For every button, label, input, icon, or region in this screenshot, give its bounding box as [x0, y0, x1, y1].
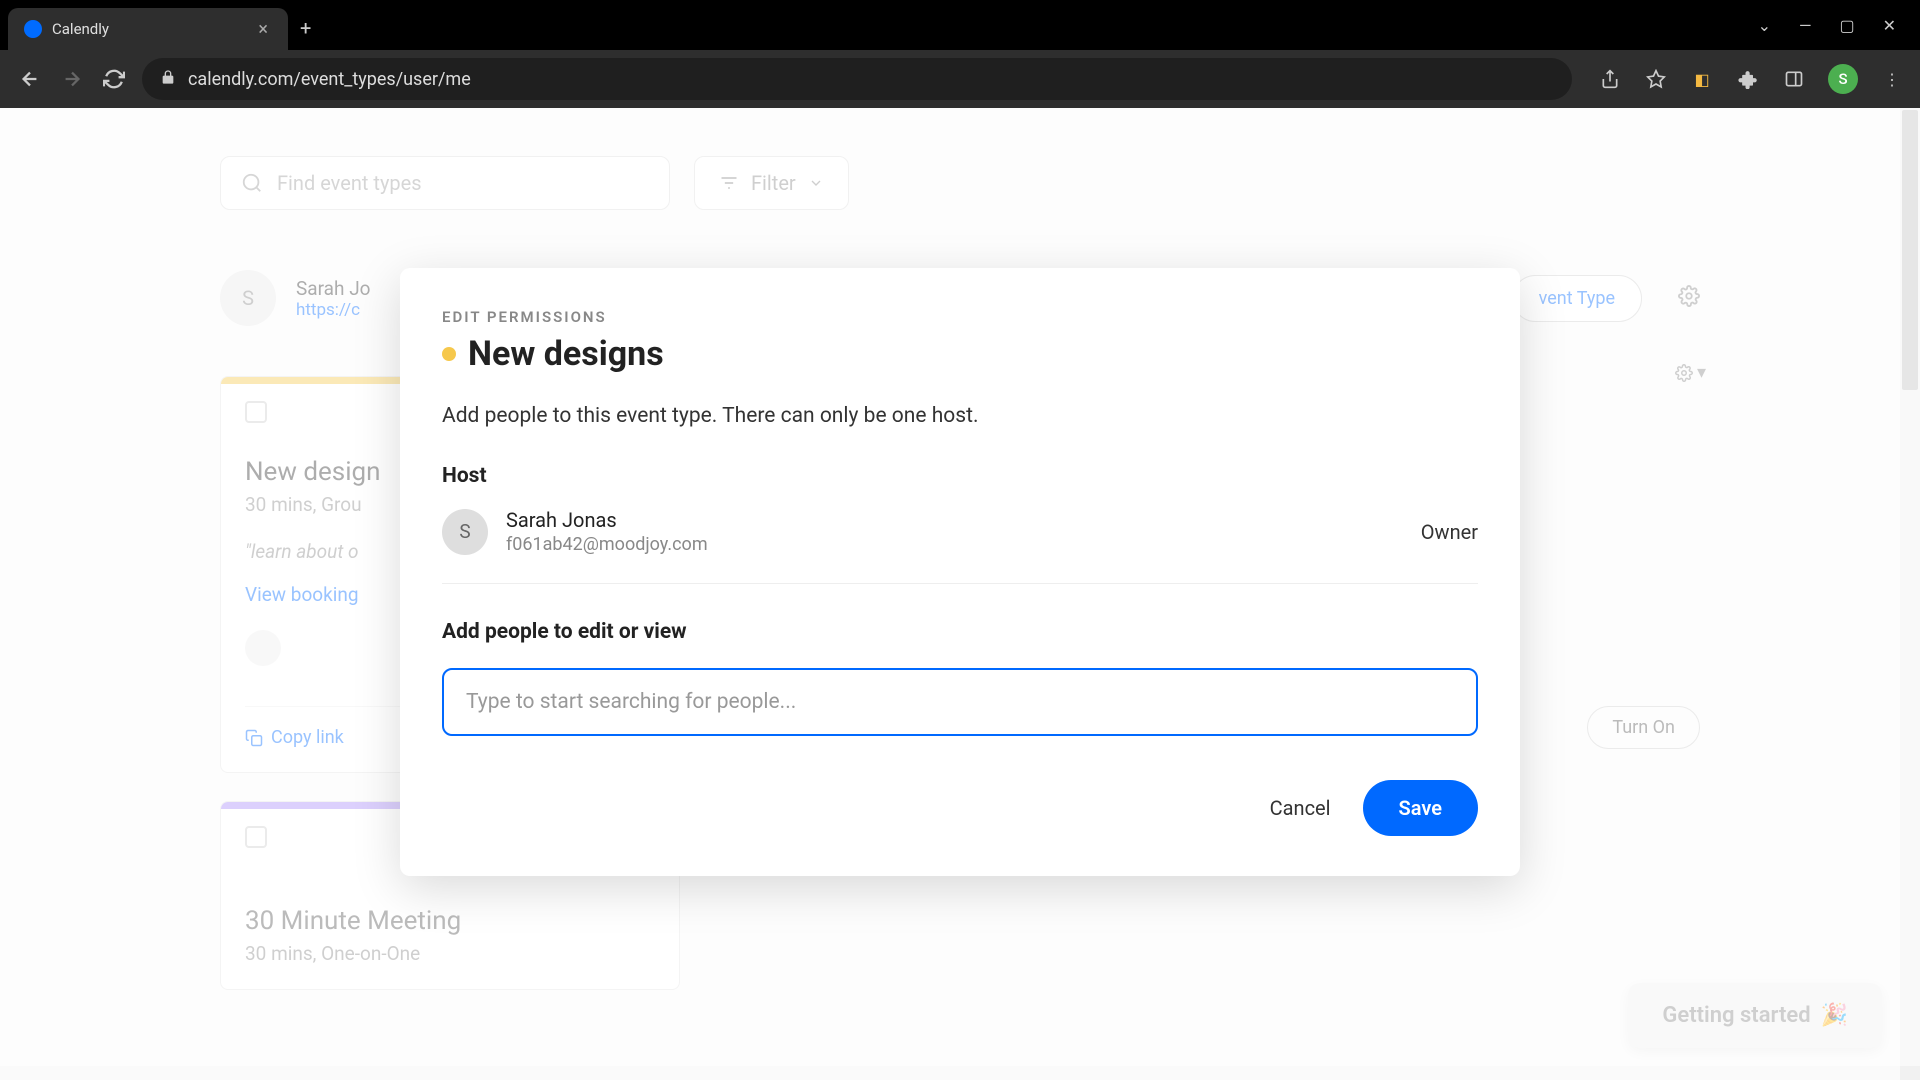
cancel-button[interactable]: Cancel	[1270, 796, 1331, 820]
close-window-icon[interactable]: ✕	[1883, 16, 1896, 35]
lock-icon	[160, 69, 176, 89]
window-controls: ⌄ ― ▢ ✕	[1758, 16, 1920, 35]
url-text: calendly.com/event_types/user/me	[188, 69, 1554, 90]
profile-avatar[interactable]: S	[1828, 64, 1858, 94]
chevron-down-icon[interactable]: ⌄	[1758, 16, 1771, 35]
address-bar: calendly.com/event_types/user/me ◧ S ⋮	[0, 50, 1920, 108]
url-bar[interactable]: calendly.com/event_types/user/me	[142, 58, 1572, 100]
host-label: Host	[442, 464, 1478, 488]
add-people-input[interactable]	[442, 668, 1478, 736]
host-role: Owner	[1421, 520, 1478, 544]
sidepanel-icon[interactable]	[1782, 67, 1806, 91]
host-name: Sarah Jonas	[506, 508, 708, 532]
star-icon[interactable]	[1644, 67, 1668, 91]
browser-tab[interactable]: Calendly ×	[8, 8, 288, 50]
edit-permissions-modal: EDIT PERMISSIONS New designs Add people …	[400, 268, 1520, 876]
modal-title: New designs	[468, 334, 664, 374]
minimize-icon[interactable]: ―	[1799, 16, 1812, 35]
reload-button[interactable]	[100, 65, 128, 93]
host-email: f061ab42@moodjoy.com	[506, 534, 708, 555]
page-content: Find event types Filter S Sarah Jo https…	[0, 108, 1920, 1080]
modal-description: Add people to this event type. There can…	[442, 404, 1478, 428]
host-row: S Sarah Jonas f061ab42@moodjoy.com Owner	[442, 508, 1478, 584]
tab-title: Calendly	[52, 20, 244, 38]
share-icon[interactable]	[1598, 67, 1622, 91]
host-avatar: S	[442, 509, 488, 555]
forward-button[interactable]	[58, 65, 86, 93]
extensions-icon[interactable]	[1736, 67, 1760, 91]
maximize-icon[interactable]: ▢	[1839, 16, 1854, 35]
back-button[interactable]	[16, 65, 44, 93]
new-tab-button[interactable]: +	[300, 16, 311, 40]
notification-icon[interactable]: ◧	[1690, 67, 1714, 91]
menu-icon[interactable]: ⋮	[1880, 67, 1904, 91]
browser-tab-bar: Calendly × + ⌄ ― ▢ ✕	[0, 0, 1920, 50]
save-button[interactable]: Save	[1363, 780, 1478, 836]
color-dot-icon	[442, 347, 456, 361]
add-people-label: Add people to edit or view	[442, 620, 1478, 644]
close-tab-icon[interactable]: ×	[254, 19, 272, 40]
modal-label: EDIT PERMISSIONS	[442, 308, 1478, 326]
favicon	[24, 20, 42, 38]
